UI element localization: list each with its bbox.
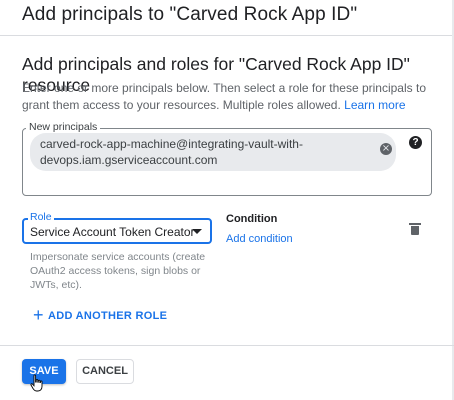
- save-button[interactable]: SAVE: [22, 359, 66, 384]
- new-principals-label: New principals: [26, 121, 101, 133]
- plus-icon: +: [33, 305, 44, 325]
- dialog-title: Add principals to "Carved Rock App ID": [22, 4, 358, 25]
- role-help-text: Impersonate service accounts (create OAu…: [30, 251, 206, 291]
- role-label: Role: [28, 211, 54, 223]
- principal-chip-text: carved-rock-app-machine@integrating-vaul…: [40, 136, 370, 168]
- cancel-button[interactable]: CANCEL: [76, 359, 134, 384]
- footer-divider: [0, 345, 454, 346]
- cancel-icon[interactable]: ×: [380, 143, 392, 155]
- trash-can: [411, 226, 419, 235]
- learn-more-link[interactable]: Learn more: [344, 98, 405, 112]
- help-icon[interactable]: ?: [409, 136, 422, 149]
- description: Enter one or more principals below. Then…: [22, 80, 442, 114]
- condition-title: Condition: [226, 213, 278, 225]
- add-condition-link[interactable]: Add condition: [226, 233, 293, 245]
- trash-lid: [409, 223, 421, 225]
- principal-chip-line-2: devops.iam.gserviceaccount.com: [40, 153, 218, 167]
- principal-chip[interactable]: carved-rock-app-machine@integrating-vaul…: [30, 133, 396, 171]
- add-another-role-label: ADD ANOTHER ROLE: [48, 310, 168, 322]
- role-selected-value: Service Account Token Creator: [30, 225, 195, 239]
- principal-chip-line-1: carved-rock-app-machine@integrating-vaul…: [40, 137, 303, 151]
- chevron-down-icon[interactable]: [192, 229, 202, 234]
- hand-cursor-icon: [30, 374, 43, 392]
- dialog-header: Add principals to "Carved Rock App ID": [0, 0, 454, 36]
- trash-icon[interactable]: [409, 223, 421, 235]
